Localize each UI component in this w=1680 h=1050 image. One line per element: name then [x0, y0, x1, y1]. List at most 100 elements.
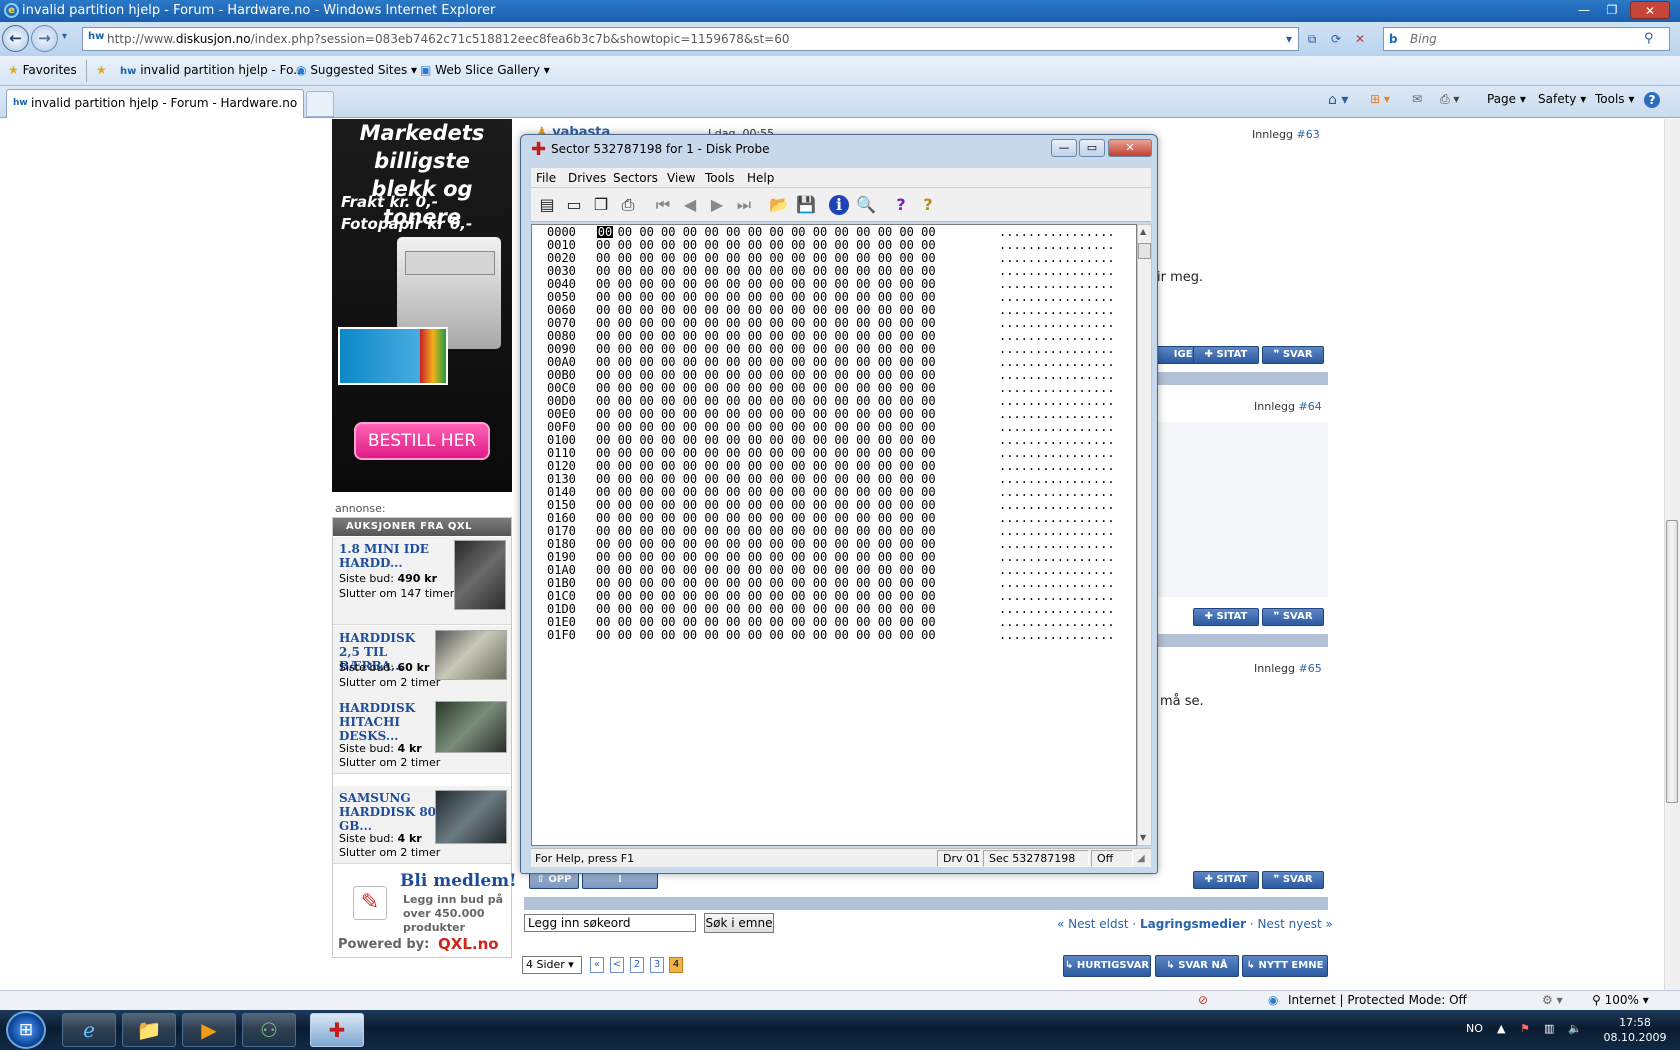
dp-close-button[interactable]: ✕ — [1108, 139, 1152, 157]
context-help-icon[interactable]: ? — [916, 193, 940, 217]
read-mail-icon[interactable]: ✉ — [1412, 92, 1422, 106]
quote-button[interactable]: ✚ SITAT — [1193, 608, 1259, 626]
minimize-button[interactable]: — — [1572, 1, 1596, 19]
reply-button[interactable]: ❞ SVAR — [1262, 871, 1324, 889]
last-sector-icon[interactable]: ⏭ — [732, 193, 756, 217]
start-button[interactable]: ⊞ — [6, 1011, 46, 1049]
print-icon[interactable]: ⎙ — [616, 193, 640, 217]
forward-button[interactable]: → — [31, 25, 58, 52]
reply-button[interactable]: ❞ SVAR — [1262, 346, 1324, 364]
auction-thumbnail[interactable] — [435, 701, 507, 753]
feeds-icon[interactable]: ⊞ ▾ — [1370, 92, 1390, 106]
auction-item[interactable]: HARDDISK HITACHI DESKS... Siste bud: 4 k… — [333, 696, 511, 774]
hex-ascii[interactable]: ................ — [999, 629, 1115, 642]
auction-thumbnail[interactable] — [435, 790, 507, 844]
quote-button[interactable]: ✚ SITAT — [1193, 346, 1259, 364]
stop-icon[interactable]: ✕ — [1351, 30, 1369, 48]
reply-now-button[interactable]: ↳ SVAR NÅ — [1155, 955, 1239, 977]
help-icon[interactable]: ? — [1644, 92, 1660, 108]
pages-dropdown[interactable]: 4 Sider ▾ — [522, 956, 582, 974]
auction-title[interactable]: 1.8 MINI IDE HARDD... — [339, 542, 439, 570]
fav-link-invalid-partition[interactable]: hw invalid partition hjelp - Fo... — [120, 63, 305, 77]
previous-sector-icon[interactable]: ◀ — [678, 193, 702, 217]
network-icon[interactable]: ▥ — [1544, 1022, 1554, 1035]
search-icon[interactable]: ⚲ — [1644, 31, 1654, 46]
first-sector-icon[interactable]: ⏮ — [651, 193, 675, 217]
scroll-up-icon[interactable]: ▲ — [1140, 227, 1146, 236]
quick-reply-button[interactable]: ↳ HURTIGSVAR — [1063, 955, 1151, 977]
auction-title[interactable]: HARDDISK HITACHI DESKS... — [339, 701, 439, 743]
next-topic-link[interactable]: Nest nyest » — [1258, 917, 1333, 931]
view-bytes-icon[interactable]: ▤ — [535, 193, 559, 217]
open-folder-icon[interactable]: 📂 — [767, 193, 791, 217]
first-page-button[interactable]: « — [590, 957, 604, 973]
taskbar-internet-explorer[interactable]: ℯ — [62, 1013, 116, 1047]
search-topic-button[interactable]: Søk i emne — [704, 913, 774, 933]
taskbar-disk-probe[interactable]: ✚ — [310, 1013, 364, 1047]
zoom-control[interactable]: ⚲ 100% ▾ — [1592, 993, 1649, 1007]
next-sector-icon[interactable]: ▶ — [705, 193, 729, 217]
back-button[interactable]: ← — [2, 25, 29, 52]
auction-title[interactable]: SAMSUNG HARDDISK 80 GB... — [339, 791, 439, 833]
page-scrollbar-thumb[interactable] — [1666, 520, 1678, 803]
action-center-icon[interactable]: ⚑ — [1520, 1022, 1530, 1035]
tab-invalid-partition[interactable]: hw invalid partition hjelp - Forum - Har… — [6, 89, 304, 118]
auction-thumbnail[interactable] — [454, 540, 506, 610]
copy-icon[interactable]: ❐ — [589, 193, 613, 217]
close-button[interactable]: ✕ — [1630, 1, 1670, 19]
suggested-sites-link[interactable]: ◉ Suggested Sites ▾ — [296, 63, 417, 77]
info-icon[interactable]: i — [829, 195, 849, 215]
menu-view[interactable]: View — [667, 171, 695, 185]
prev-page-button[interactable]: < — [610, 957, 624, 973]
save-icon[interactable]: 💾 — [794, 193, 818, 217]
security-zone[interactable]: Internet | Protected Mode: Off — [1288, 993, 1467, 1007]
previous-topic-link[interactable]: « Nest eldst — [1057, 917, 1129, 931]
new-tab-button[interactable] — [306, 91, 334, 117]
view-words-icon[interactable]: ▭ — [562, 193, 586, 217]
dp-minimize-button[interactable]: — — [1051, 139, 1077, 157]
disk-probe-window[interactable]: ✚ Sector 532787198 for 1 - Disk Probe — … — [520, 134, 1158, 874]
new-topic-button[interactable]: ↳ NYTT EMNE — [1242, 955, 1328, 977]
taskbar-network[interactable]: ⚇ — [242, 1013, 296, 1047]
page-menu[interactable]: Page ▾ — [1487, 92, 1526, 106]
quote-button[interactable]: ✚ SITAT — [1193, 871, 1259, 889]
page-3-link[interactable]: 3 — [650, 957, 664, 973]
menu-help[interactable]: Help — [747, 171, 774, 185]
hex-scrollbar[interactable]: ▲ ▼ — [1137, 224, 1152, 846]
post-number-link[interactable]: #63 — [1296, 128, 1319, 141]
menu-tools[interactable]: Tools — [705, 171, 735, 185]
menu-file[interactable]: File — [536, 171, 556, 185]
volume-icon[interactable]: 🔈 — [1568, 1022, 1582, 1035]
language-indicator[interactable]: NO — [1466, 1022, 1483, 1035]
hex-view[interactable]: 0000 00 00 00 00 00 00 00 00 00 00 00 00 … — [531, 224, 1137, 846]
print-icon[interactable]: ⎙ ▾ — [1440, 92, 1459, 107]
address-dropdown-icon[interactable]: ▾ — [1280, 30, 1298, 48]
auction-item[interactable]: SAMSUNG HARDDISK 80 GB... Siste bud: 4 k… — [333, 786, 511, 864]
show-hidden-icons[interactable]: ▲ — [1497, 1022, 1505, 1035]
favorites-button[interactable]: ★ Favorites — [8, 63, 77, 77]
page-2-link[interactable]: 2 — [630, 957, 644, 973]
system-clock[interactable]: 17:58 08.10.2009 — [1597, 1015, 1673, 1045]
auction-item[interactable]: 1.8 MINI IDE HARDD... Siste bud: 490 kr … — [333, 537, 511, 625]
menu-sectors[interactable]: Sectors — [613, 171, 658, 185]
home-icon[interactable]: ⌂ ▾ — [1328, 92, 1348, 108]
topic-search-input[interactable]: Legg inn søkeord — [524, 914, 696, 932]
post-number-link[interactable]: #64 — [1298, 400, 1321, 413]
ink-advertisement[interactable]: Markedets billigste blekk og tonere Frakt… — [332, 119, 512, 492]
scroll-down-icon[interactable]: ▼ — [1140, 833, 1146, 842]
help-icon[interactable]: ? — [889, 193, 913, 217]
post-number-link[interactable]: #65 — [1298, 662, 1321, 675]
history-dropdown-icon[interactable]: ▾ — [62, 31, 67, 42]
forum-link[interactable]: Lagringsmedier — [1140, 917, 1246, 931]
popup-blocked-icon[interactable]: ⊘ — [1198, 993, 1208, 1007]
taskbar-media-player[interactable]: ▶ — [182, 1013, 236, 1047]
hex-bytes[interactable]: 00 00 00 00 00 00 00 00 00 00 00 00 00 0… — [596, 629, 936, 642]
qxl-logo[interactable]: QXL.no — [438, 935, 499, 953]
order-button[interactable]: BESTILL HER — [354, 422, 490, 460]
address-bar[interactable]: http://www.diskusjon.no/index.php?sessio… — [82, 27, 1299, 51]
search-icon[interactable]: 🔍 — [854, 193, 878, 217]
reply-button[interactable]: ❞ SVAR — [1262, 608, 1324, 626]
protected-mode-icon[interactable]: ⚙ ▾ — [1542, 993, 1563, 1007]
compatibility-view-icon[interactable]: ⧉ — [1303, 30, 1321, 48]
auction-thumbnail[interactable] — [435, 630, 507, 680]
